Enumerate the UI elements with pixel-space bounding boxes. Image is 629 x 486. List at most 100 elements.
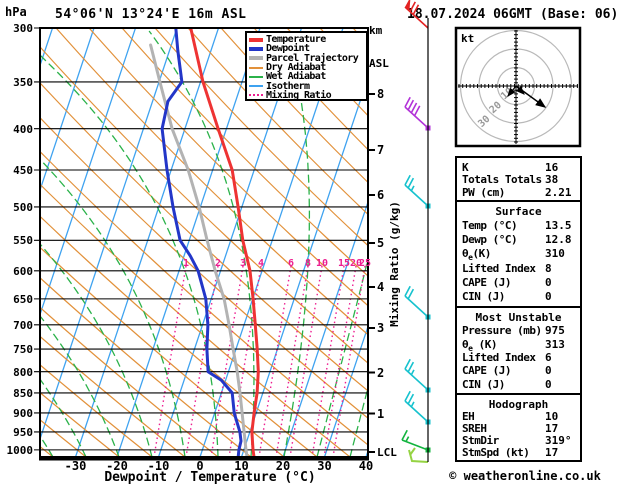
hodograph-ring [496,66,536,106]
x-axis-label: Dewpoint / Temperature (°C) [104,470,316,485]
stat-row: Temp (°C) 13.5 [457,219,580,233]
wet-adiabat-line [41,316,120,456]
mixing-ratio-line [228,265,262,456]
dry-adiabat-line [41,307,218,456]
stat-label: θe (K) [462,337,497,353]
altitude-axis-unit-label: km ASL [369,3,396,91]
pressure-tick-label: 550 [13,234,33,248]
pressure-tick-label: 700 [13,318,33,332]
pressure-tick-label: 750 [13,343,33,357]
legend-item-label: Mixing Ratio [266,89,332,101]
legend-line-swatch [249,85,263,88]
hodograph-unit-label: kt [461,32,474,45]
stat-row: Pressure (mb) 975 [457,324,580,337]
stat-label: Lifted Index [462,261,536,275]
stat-row: Totals Totals 38 [457,173,580,187]
stat-label: CIN (J) [462,289,505,303]
hodograph-wind-arrow [515,85,525,95]
wet-adiabat-line [41,244,153,456]
isotherm-line [41,29,136,314]
stat-row: θe (K) 313 [457,337,580,353]
km-tick-label: 4 [377,280,385,294]
stats-section-title: Most Unstable [475,311,562,324]
pressure-tick-label: 850 [13,386,33,400]
dry-adiabat-line [41,277,251,456]
mixing-ratio-value-label: 1 [182,258,190,269]
mixing-ratio-value-label: 6 [287,258,295,269]
pressure-tick-label: 650 [13,292,33,306]
stat-label: PW (cm) [462,185,505,199]
wind-barb [404,174,431,209]
stat-row: CIN (J) 0 [457,378,580,391]
stat-value: 38 [545,173,559,187]
pressure-tick-label: 800 [13,365,33,379]
stat-value: 313 [545,337,565,351]
pressure-tick-label: 950 [13,425,33,439]
stat-value: 2.21 [545,185,572,199]
stat-value: 17 [545,446,559,459]
km-tick-label: 7 [377,143,385,157]
mixing-ratio-line [185,265,219,456]
mixing-ratio-value-label: 10 [315,258,329,269]
wind-barb [401,429,431,453]
dry-adiabat-line [41,83,367,391]
isotherm-line [41,29,178,439]
legend-line-swatch [249,56,263,61]
wind-barb [404,390,431,425]
datetime-title: 18.07.2024 06GMT (Base: 06) [407,7,619,22]
mixing-ratio-value-label: 15 [337,258,351,269]
stat-label: Pressure (mb) [462,324,542,338]
legend-line-swatch [249,94,263,97]
mixing-ratio-line [275,265,309,456]
stat-row: PW (cm) 2.21 [457,185,580,199]
mixing-ratio-value-label: 25 [358,258,372,269]
km-tick-label: 5 [377,236,385,250]
mixing-ratio-value-label: 20 [349,258,363,269]
km-tick-label: 1 [377,406,385,421]
legend-line-swatch [249,37,263,42]
pressure-tick-label: 500 [13,200,33,214]
stat-label: Totals Totals [462,173,542,187]
legend-line-swatch [249,66,263,69]
storm-motion-arrow [515,85,547,108]
stat-label: CIN (J) [462,377,505,391]
stat-value: 12.8 [545,233,572,247]
stat-label: Temp (°C) [462,219,518,233]
legend-line-swatch [249,46,263,51]
mixing-ratio-line [153,265,187,456]
dry-adiabat-line [41,446,53,456]
stats-section-most-unstable: Most Unstable Pressure (mb) 975 θe (K) 313 Li… [455,306,582,395]
stat-value: 6 [545,350,552,364]
isotherm-line [41,29,95,190]
stat-value: 0 [545,289,552,303]
stat-row: Dewp (°C) 12.8 [457,233,580,247]
wind-barb [404,358,431,393]
stat-label: CAPE (J) [462,275,511,289]
parcel-trajectory-curve [149,43,249,456]
hodograph-ring-label: 20 [488,100,504,116]
stats-section: K 16 Totals Totals 38 PW (cm) 2.21 [455,156,582,202]
wind-barb [404,285,431,320]
stats-section-surface: Surface Temp (°C) 13.5 Dewp (°C) 12.8 θe(K) 31… [455,200,582,308]
stat-value: 16 [545,161,559,174]
legend-item: Mixing Ratio [247,89,366,101]
stat-row: SREH 17 [457,422,580,435]
dry-adiabat-line [41,364,152,456]
dewpoint-curve [160,29,243,456]
stat-row: EH 10 [457,410,580,423]
wind-barb [408,447,429,463]
stat-label: StmSpd (kt) [462,446,530,459]
stat-label: θe(K) [462,247,491,263]
stat-row: CAPE (J) 0 [457,364,580,377]
stat-row: Lifted Index 6 [457,351,580,364]
mixing-ratio-line [210,265,244,456]
stat-row: K 16 [457,161,580,174]
mixing-ratio-value-label: 8 [304,258,312,269]
stats-section-title: Hodograph [488,398,549,411]
stat-row: Lifted Index 8 [457,262,580,276]
mixing-ratio-value-label: 3 [239,258,247,269]
station-title: 54°06'N 13°24'E 16m ASL [55,7,247,22]
stat-label: Dewp (°C) [462,233,518,247]
credit-watermark: © weatheronline.co.uk [449,469,601,483]
mixing-ratio-axis-label: Mixing Ratio (g/kg) [388,201,401,327]
